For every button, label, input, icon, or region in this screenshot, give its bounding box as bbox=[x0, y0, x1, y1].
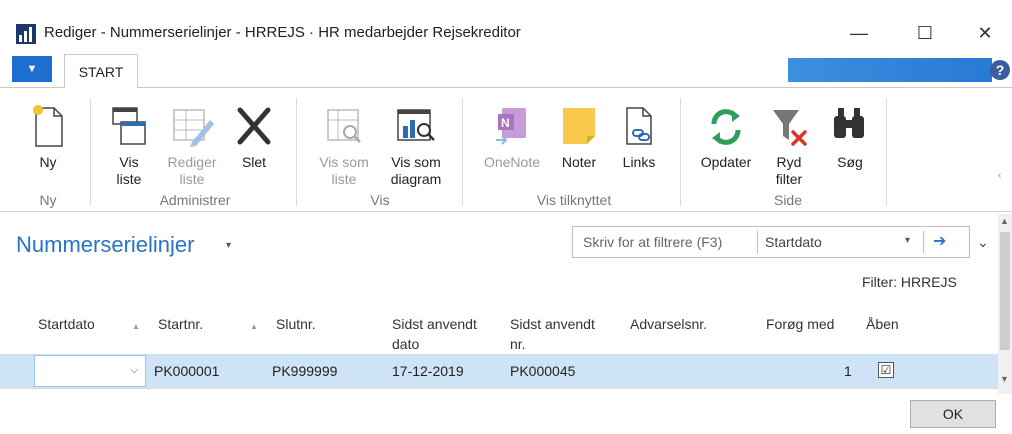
show-as-chart-label: Vis som diagram bbox=[390, 154, 442, 187]
ok-button[interactable]: OK bbox=[910, 400, 996, 428]
edit-list-icon bbox=[170, 98, 214, 148]
group-label-related: Vis tilknyttet bbox=[536, 192, 612, 208]
view-list-label: Vis liste bbox=[116, 154, 142, 187]
refresh-button[interactable]: Opdater bbox=[690, 88, 762, 171]
links-label: Links bbox=[622, 154, 656, 170]
group-label-page: Side bbox=[773, 192, 803, 208]
filter-field-dropdown-icon[interactable]: ▾ bbox=[905, 235, 910, 246]
clear-filter-icon bbox=[767, 98, 811, 148]
group-separator bbox=[90, 98, 91, 206]
refresh-icon bbox=[704, 98, 748, 148]
sidst-anvendt-dato-cell[interactable]: 17-12-2019 bbox=[392, 363, 464, 379]
column-header-startnr[interactable]: Startnr. bbox=[158, 314, 203, 334]
sort-indicator-icon: ▲ bbox=[250, 322, 258, 331]
clear-filter-label: Ryd filter bbox=[775, 154, 803, 187]
refresh-label: Opdater bbox=[700, 154, 752, 170]
apply-filter-arrow-icon[interactable]: ➔ bbox=[933, 231, 946, 251]
edit-list-label: Rediger liste bbox=[167, 154, 217, 187]
column-header-foroeg-med[interactable]: Forøg med bbox=[766, 314, 834, 334]
row-dropdown-chevron-icon[interactable]: ⌵ bbox=[130, 364, 138, 377]
app-icon bbox=[16, 24, 36, 44]
page-title-dropdown-icon[interactable]: ▾ bbox=[226, 240, 231, 251]
search-button[interactable]: Søg bbox=[826, 88, 874, 171]
edit-list-button[interactable]: Rediger liste bbox=[160, 88, 224, 188]
group-label-new: Ny bbox=[39, 192, 57, 208]
title-bar: Rediger - Nummerserielinjer - HRREJS · H… bbox=[0, 0, 1012, 52]
status-bar-blue bbox=[788, 58, 992, 82]
slutnr-cell[interactable]: PK999999 bbox=[272, 363, 337, 379]
foroeg-med-cell[interactable]: 1 bbox=[844, 363, 852, 379]
notes-label: Noter bbox=[561, 154, 597, 170]
close-button[interactable]: ✕ bbox=[962, 14, 1008, 52]
show-as-list-label: Vis som liste bbox=[319, 154, 369, 187]
column-header-sidst-anvendt-dato[interactable]: Sidst anvendt dato bbox=[392, 314, 477, 354]
new-button-label: Ny bbox=[39, 154, 57, 170]
help-icon[interactable]: ? bbox=[990, 60, 1010, 80]
view-list-icon bbox=[107, 98, 151, 148]
footer-divider bbox=[0, 388, 998, 389]
delete-button[interactable]: Slet bbox=[228, 88, 280, 171]
column-header-aaben[interactable]: Åben bbox=[866, 314, 899, 334]
group-separator bbox=[680, 98, 681, 206]
chart-view-icon bbox=[394, 98, 438, 148]
sidst-anvendt-nr-cell[interactable]: PK000045 bbox=[510, 363, 575, 379]
notes-button[interactable]: Noter bbox=[552, 88, 606, 171]
column-header-slutnr[interactable]: Slutnr. bbox=[276, 314, 316, 334]
delete-x-icon bbox=[232, 98, 276, 148]
binoculars-icon bbox=[828, 98, 872, 148]
scrollbar-thumb[interactable] bbox=[1000, 232, 1010, 350]
scroll-down-icon[interactable]: ▼ bbox=[1000, 374, 1009, 384]
collapse-chevron-icon[interactable]: ⌄ bbox=[977, 234, 989, 251]
table-row[interactable]: ⌵ PK000001 PK999999 17-12-2019 PK000045 … bbox=[0, 354, 998, 388]
link-document-icon bbox=[617, 98, 661, 148]
filter-search-box[interactable]: Skriv for at filtrere (F3) Startdato ▾ ➔ bbox=[572, 226, 970, 258]
startnr-cell[interactable]: PK000001 bbox=[154, 363, 219, 379]
new-document-icon bbox=[26, 98, 70, 148]
maximize-button[interactable]: ☐ bbox=[902, 14, 948, 52]
filter-divider bbox=[923, 231, 924, 253]
aaben-checkbox[interactable]: ☑ bbox=[878, 362, 894, 378]
app-menu-button[interactable]: ▼ bbox=[12, 56, 52, 82]
filter-divider bbox=[757, 231, 758, 253]
ribbon: Ny Ny Vis liste Rediger liste Slet Admin… bbox=[0, 88, 1012, 212]
onenote-icon: N bbox=[490, 98, 534, 148]
clear-filter-button[interactable]: Ryd filter bbox=[764, 88, 814, 188]
onenote-label: OneNote bbox=[483, 154, 541, 170]
group-separator bbox=[886, 98, 887, 206]
vertical-scrollbar[interactable]: ▲ ▼ bbox=[998, 214, 1012, 394]
list-view-icon bbox=[322, 98, 366, 148]
new-button[interactable]: Ny bbox=[18, 88, 78, 171]
group-label-view: Vis bbox=[370, 192, 390, 208]
filter-input-placeholder[interactable]: Skriv for at filtrere (F3) bbox=[583, 234, 722, 250]
search-label: Søg bbox=[837, 154, 863, 170]
column-header-sidst-anvendt-nr[interactable]: Sidst anvendt nr. bbox=[510, 314, 595, 354]
group-label-manage: Administrer bbox=[159, 192, 231, 208]
page-title[interactable]: Nummerserielinjer bbox=[16, 232, 194, 258]
group-separator bbox=[296, 98, 297, 206]
window-title: Rediger - Nummerserielinjer - HRREJS · H… bbox=[44, 24, 521, 41]
filter-info: Filter: HRREJS bbox=[862, 274, 957, 290]
onenote-button[interactable]: N OneNote bbox=[474, 88, 550, 171]
group-separator bbox=[462, 98, 463, 206]
ribbon-tab-bar: ▼ START ? bbox=[0, 52, 1012, 88]
tab-start[interactable]: START bbox=[64, 54, 138, 88]
svg-text:N: N bbox=[501, 116, 510, 130]
delete-button-label: Slet bbox=[241, 154, 267, 170]
column-header-advarselsnr[interactable]: Advarselsnr. bbox=[630, 314, 707, 334]
links-button[interactable]: Links bbox=[612, 88, 666, 171]
sort-indicator-icon: ▲ bbox=[132, 322, 140, 331]
view-list-button[interactable]: Vis liste bbox=[100, 88, 158, 188]
minimize-button[interactable]: — bbox=[836, 14, 882, 52]
show-as-list-button[interactable]: Vis som liste bbox=[310, 88, 378, 188]
filter-field-select[interactable]: Startdato bbox=[765, 234, 822, 250]
column-header-startdato[interactable]: Startdato bbox=[38, 314, 95, 334]
scroll-up-icon[interactable]: ▲ bbox=[1000, 216, 1009, 226]
show-as-chart-button[interactable]: Vis som diagram bbox=[380, 88, 452, 188]
note-icon bbox=[557, 98, 601, 148]
ribbon-scroll-chevron-icon[interactable]: ‹ bbox=[998, 170, 1001, 181]
